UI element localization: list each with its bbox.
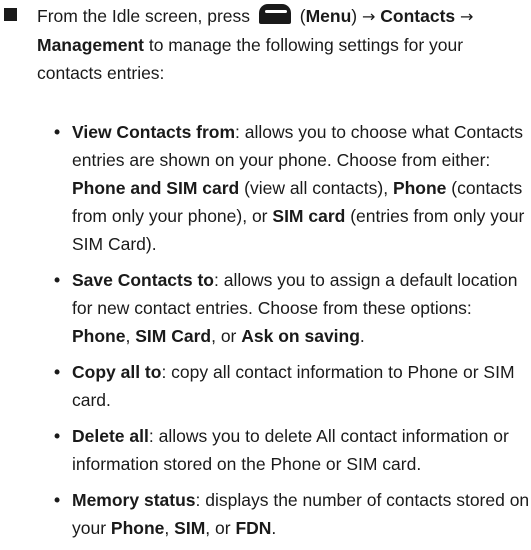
option-fdn: FDN <box>235 518 272 538</box>
option-phone: Phone <box>392 178 447 198</box>
period: . <box>359 326 365 346</box>
item-text: (view all contacts), <box>244 178 389 198</box>
item-term: View Contacts from <box>72 122 236 142</box>
item-term: Copy all to <box>72 362 162 382</box>
item-term: Memory status <box>72 490 196 510</box>
option-sim-card: SIM card <box>272 206 346 226</box>
arrow-icon: → <box>361 7 376 26</box>
manual-page: From the Idle screen, press (Menu) → Con… <box>0 0 531 538</box>
paren-close: ) <box>351 6 358 26</box>
menu-label: Menu <box>305 6 352 26</box>
option-ask-on-saving: Ask on saving <box>241 326 360 346</box>
separator: , <box>164 518 170 538</box>
intro-paragraph: From the Idle screen, press (Menu) → Con… <box>0 0 531 87</box>
bullet-icon: • <box>54 490 61 510</box>
bullet-icon: • <box>54 362 61 382</box>
contacts-label: Contacts <box>380 6 456 26</box>
separator: , or <box>205 518 231 538</box>
list-item-copy-all-to: • Copy all to: copy all contact informat… <box>54 358 531 414</box>
intro-pre: From the Idle screen, press <box>37 6 250 26</box>
square-bullet-icon <box>4 8 17 21</box>
option-phone-and-sim: Phone and SIM card <box>72 178 240 198</box>
bullet-icon: • <box>54 122 61 142</box>
option-phone: Phone <box>110 518 165 538</box>
period: . <box>271 518 277 538</box>
separator: , <box>125 326 131 346</box>
settings-list: • View Contacts from: allows you to choo… <box>54 118 531 550</box>
arrow-icon: → <box>460 7 474 26</box>
item-term: Save Contacts to <box>72 270 214 290</box>
list-item-view-contacts-from: • View Contacts from: allows you to choo… <box>54 118 531 258</box>
management-label: Management <box>37 35 144 55</box>
option-sim-card: SIM Card <box>135 326 212 346</box>
bullet-icon: • <box>54 426 61 446</box>
list-item-save-contacts-to: • Save Contacts to: allows you to assign… <box>54 266 531 350</box>
option-sim: SIM <box>174 518 206 538</box>
item-term: Delete all <box>72 426 149 446</box>
menu-soft-key-icon <box>258 4 291 24</box>
list-item-memory-status: • Memory status: displays the number of … <box>54 486 531 542</box>
list-item-delete-all: • Delete all: allows you to delete All c… <box>54 422 531 478</box>
separator: , or <box>211 326 237 346</box>
bullet-icon: • <box>54 270 61 290</box>
option-phone: Phone <box>72 326 126 346</box>
intro-text: From the Idle screen, press (Menu) → Con… <box>37 0 531 87</box>
